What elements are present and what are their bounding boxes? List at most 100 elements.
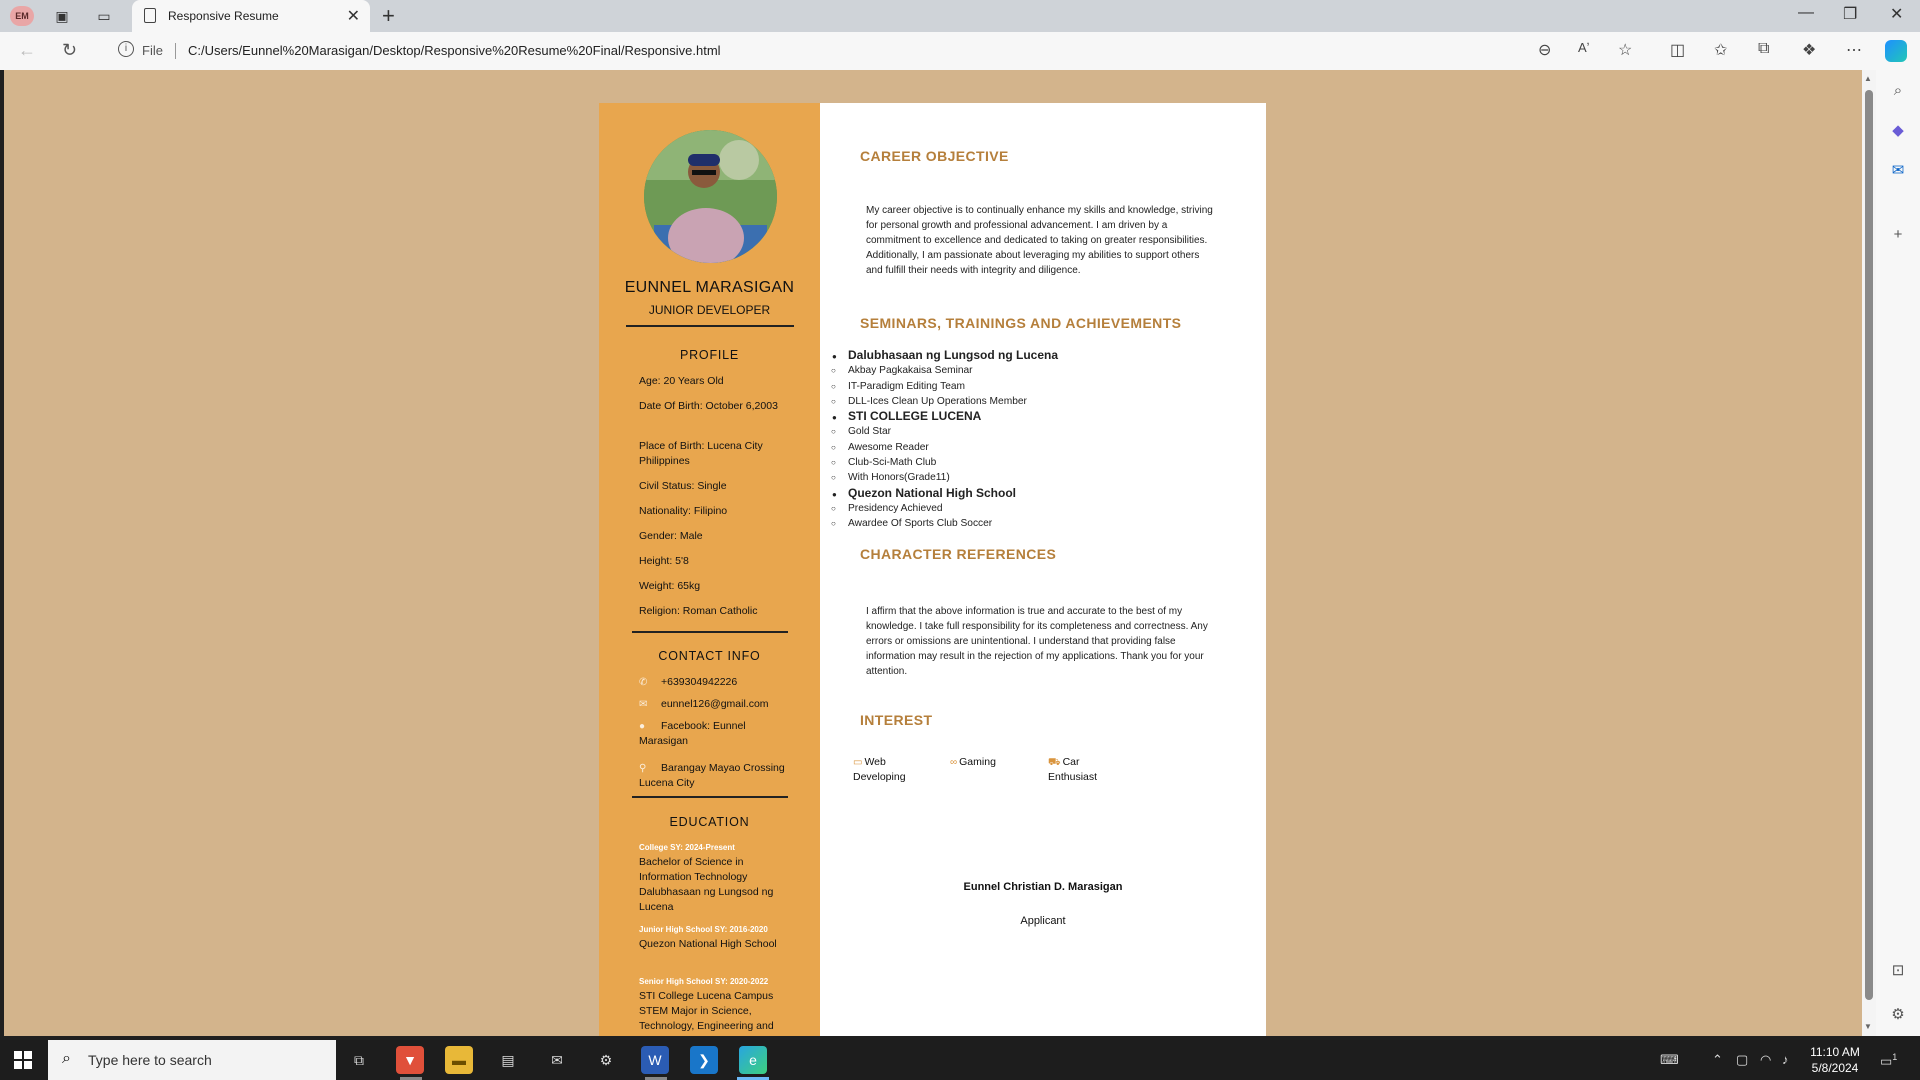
search-icon[interactable]: ⌕: [1889, 82, 1907, 100]
list-item: With Honors(Grade11): [820, 470, 1240, 486]
divider: [632, 796, 788, 798]
taskbar: ⌕ Type here to search ⧉ ▼ ▬ ▤ ✉ ⚙ W ❯ e …: [0, 1040, 1920, 1080]
close-tab-icon[interactable]: ✕: [347, 6, 360, 26]
contact-heading: CONTACT INFO: [658, 649, 761, 663]
refresh-icon[interactable]: ↻: [62, 40, 77, 61]
notifications-icon[interactable]: ▭1: [1880, 1052, 1897, 1069]
gamepad-icon: ∞: [950, 757, 958, 768]
list-item: Awesome Reader: [820, 440, 1240, 456]
contact-email[interactable]: ✉ eunnel126@gmail.com: [639, 697, 799, 712]
page-scrollbar[interactable]: ▲ ▼: [1862, 70, 1876, 1036]
profile-civil-status: Civil Status: Single: [639, 480, 727, 492]
info-icon[interactable]: i: [118, 41, 134, 57]
split-screen-icon[interactable]: ◫: [1670, 40, 1685, 60]
zoom-out-icon[interactable]: ⊖: [1538, 40, 1551, 60]
clock-time: 11:10 AM: [1810, 1045, 1860, 1059]
location-pin-icon: ⚲: [639, 763, 647, 774]
scrollbar-thumb[interactable]: [1865, 90, 1873, 1000]
edge-icon[interactable]: e: [739, 1046, 767, 1074]
facebook-text: Facebook: Eunnel Marasigan: [639, 720, 746, 747]
car-icon: ⛟: [1048, 757, 1061, 768]
profile-religion: Religion: Roman Catholic: [639, 605, 758, 617]
volume-icon[interactable]: ♪: [1782, 1052, 1789, 1067]
interest-web: ▭ Web Developing: [853, 755, 923, 785]
address-bar[interactable]: i File C:/Users/Eunnel%20Marasigan/Deskt…: [112, 37, 1652, 65]
close-window-button[interactable]: ✕: [1890, 4, 1903, 24]
education-heading: EDUCATION: [669, 815, 750, 829]
workspaces-icon[interactable]: ▣: [52, 6, 72, 26]
profile-age: Age: 20 Years Old: [639, 375, 724, 387]
profile-avatar[interactable]: EM: [10, 6, 34, 26]
list-item: Dalubhasaan ng Lungsod ng Lucena: [820, 348, 1240, 365]
monitor-icon: ▭: [853, 757, 863, 768]
settings-icon[interactable]: ⚙: [1889, 1006, 1907, 1024]
system-clock[interactable]: 11:10 AM 5/8/2024: [1800, 1044, 1870, 1076]
taskbar-search[interactable]: ⌕ Type here to search: [48, 1040, 336, 1080]
url-text[interactable]: C:/Users/Eunnel%20Marasigan/Desktop/Resp…: [188, 43, 721, 58]
read-aloud-icon[interactable]: Aʼ: [1578, 40, 1590, 55]
resume-sidebar: EUNNEL MARASIGAN JUNIOR DEVELOPER PROFIL…: [599, 103, 820, 1036]
edge-sidebar: ⌕ ◆ ✉ + ⊡ ⚙: [1876, 70, 1920, 1036]
interest-gaming: ∞ Gaming: [950, 755, 1020, 770]
screenshot-icon[interactable]: ⊡: [1889, 962, 1907, 980]
divider: [626, 325, 794, 327]
file-explorer-icon[interactable]: ▬: [445, 1046, 473, 1074]
education-college-label: College SY: 2024-Present: [639, 843, 735, 852]
vscode-icon[interactable]: ❯: [690, 1046, 718, 1074]
more-options-icon[interactable]: ⋯: [1846, 40, 1862, 60]
favorite-star-icon[interactable]: ☆: [1618, 40, 1632, 60]
settings-app-icon[interactable]: ⚙: [592, 1046, 620, 1074]
globe-icon: ●: [639, 721, 646, 732]
notification-count: 1: [1892, 1052, 1898, 1062]
education-jhs-label: Junior High School SY: 2016-2020: [639, 925, 768, 934]
signature-title: Applicant: [1020, 915, 1066, 927]
tab-actions-icon[interactable]: ▭: [94, 6, 114, 26]
resume-main: CAREER OBJECTIVE My career objective is …: [820, 103, 1266, 1036]
show-hidden-icons[interactable]: ⌃: [1712, 1052, 1723, 1068]
seminars-heading: SEMINARS, TRAININGS AND ACHIEVEMENTS: [860, 315, 1182, 331]
achievements-list: Dalubhasaan ng Lungsod ng Lucena Akbay P…: [820, 348, 1240, 532]
windows-start-icon[interactable]: [14, 1051, 32, 1069]
brave-icon[interactable]: ▼: [396, 1046, 424, 1074]
new-tab-button[interactable]: +: [382, 3, 395, 29]
scroll-up-icon[interactable]: ▲: [1864, 74, 1872, 83]
collections-icon[interactable]: ⧉: [1758, 40, 1769, 58]
minimize-button[interactable]: —: [1798, 4, 1814, 22]
keyboard-icon[interactable]: ⌨: [1660, 1052, 1679, 1068]
outlook-icon[interactable]: ✉: [1889, 162, 1907, 180]
search-placeholder: Type here to search: [88, 1052, 212, 1068]
page-viewport: EUNNEL MARASIGAN JUNIOR DEVELOPER PROFIL…: [4, 70, 1862, 1036]
mail-icon[interactable]: ✉: [543, 1046, 571, 1074]
wifi-icon[interactable]: ◠: [1760, 1052, 1771, 1068]
list-item: Awardee Of Sports Club Soccer: [820, 516, 1240, 532]
task-view-icon[interactable]: ⧉: [345, 1046, 373, 1074]
email-text: eunnel126@gmail.com: [661, 698, 769, 710]
contact-facebook[interactable]: ● Facebook: Eunnel Marasigan: [639, 719, 789, 749]
restore-button[interactable]: ❐: [1843, 4, 1857, 24]
scroll-down-icon[interactable]: ▼: [1864, 1022, 1872, 1031]
career-text: My career objective is to continually en…: [866, 205, 1213, 276]
browser-tab[interactable]: Responsive Resume ✕: [132, 0, 370, 32]
back-icon[interactable]: ←: [18, 40, 36, 61]
tab-strip: EM ▣ ▭ Responsive Resume ✕ + — ❐ ✕: [0, 0, 1920, 32]
resume-card: EUNNEL MARASIGAN JUNIOR DEVELOPER PROFIL…: [599, 103, 1266, 1036]
profile-birthdate: Date Of Birth: October 6,2003: [639, 400, 778, 412]
resume-role: JUNIOR DEVELOPER: [648, 303, 771, 317]
copilot-icon[interactable]: [1885, 40, 1907, 62]
extensions-icon[interactable]: ❖: [1802, 40, 1816, 60]
profile-birthplace: Place of Birth: Lucena City Philippines: [639, 440, 763, 467]
list-item: Gold Star: [820, 424, 1240, 440]
word-icon[interactable]: W: [641, 1046, 669, 1074]
meet-now-icon[interactable]: ▢: [1736, 1052, 1748, 1068]
url-divider: [175, 43, 176, 59]
profile-weight: Weight: 65kg: [639, 580, 701, 592]
references-heading: CHARACTER REFERENCES: [860, 546, 1057, 562]
address-text: Barangay Mayao Crossing Lucena City: [639, 762, 785, 789]
list-item: Presidency Achieved: [820, 501, 1240, 517]
m365-icon[interactable]: ◆: [1889, 122, 1907, 140]
interest-heading: INTEREST: [860, 712, 933, 728]
search-icon: ⌕: [62, 1050, 71, 1067]
add-icon[interactable]: +: [1889, 226, 1907, 244]
favorites-icon[interactable]: ✩: [1714, 40, 1727, 60]
store-icon[interactable]: ▤: [494, 1046, 522, 1074]
